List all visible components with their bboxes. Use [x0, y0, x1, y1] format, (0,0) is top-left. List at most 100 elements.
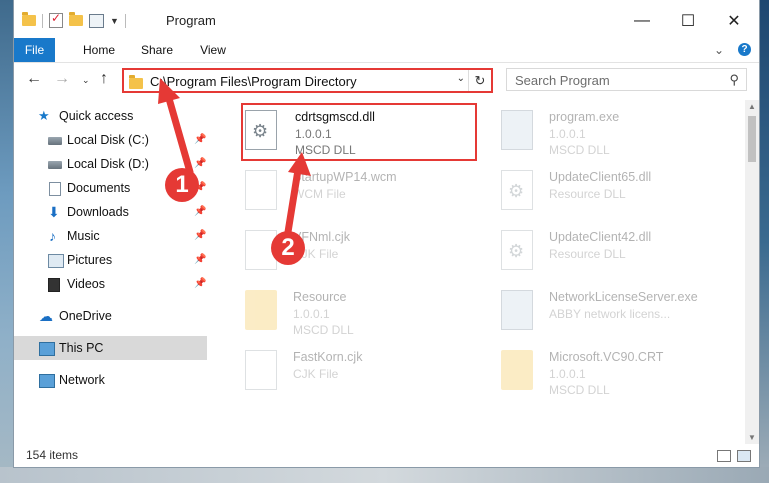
desktop-background-right	[759, 0, 769, 483]
item-count: 154 items	[26, 448, 79, 462]
sidebar-item-label: Downloads	[67, 205, 129, 219]
file-description: MSCD DLL	[549, 143, 610, 157]
disk-icon	[48, 137, 62, 145]
address-path: C:\Program Files\Program Directory	[150, 74, 357, 89]
explorer-window: ▼ Program — ☐ ✕ File Home Share View ⌄ ?…	[14, 0, 759, 467]
search-placeholder: Search Program	[515, 73, 610, 88]
file-item-networklicenseserver[interactable]: NetworkLicenseServer.exe ABBY network li…	[489, 284, 729, 340]
chevron-down-icon[interactable]: ⌄	[457, 73, 465, 84]
sidebar-item-label: Videos	[67, 277, 105, 291]
file-item-fastkorn-cjk[interactable]: FastKorn.cjk CJK File	[233, 344, 473, 400]
pin-icon[interactable]: 📌	[194, 248, 206, 272]
up-arrow-icon[interactable]: ↑	[100, 70, 108, 88]
sidebar-item-network[interactable]: Network	[14, 368, 207, 392]
folder-icon	[245, 290, 277, 330]
file-type: Resource DLL	[549, 247, 626, 261]
file-list: cdrtsgmscd.dll 1.0.0.1 MSCD DLL program.…	[221, 100, 745, 440]
file-type: Resource DLL	[549, 187, 626, 201]
scroll-up-icon[interactable]: ▲	[748, 102, 756, 111]
sidebar-item-label: Quick access	[59, 109, 134, 123]
file-item-microsoft-vc90-crt[interactable]: Microsoft.VC90.CRT 1.0.0.1 MSCD DLL	[489, 344, 729, 400]
file-item-updateclient42[interactable]: UpdateClient42.dll Resource DLL	[489, 224, 729, 280]
sidebar-item-label: Network	[59, 373, 105, 387]
file-name: UpdateClient42.dll	[549, 230, 652, 244]
file-name: Resource	[293, 290, 347, 304]
cloud-icon: ☁	[39, 308, 53, 324]
recent-locations-icon[interactable]: ⌄	[82, 75, 90, 86]
divider	[124, 13, 126, 28]
help-icon[interactable]: ?	[738, 43, 751, 56]
download-icon: ⬇	[48, 204, 60, 220]
tab-home[interactable]: Home	[76, 38, 122, 62]
sidebar-item-onedrive[interactable]: ☁ OneDrive	[14, 304, 207, 328]
navigation-bar: ← → ⌄ ↑ C:\Program Files\Program Directo…	[14, 63, 759, 97]
divider	[42, 13, 43, 28]
file-type: WCM File	[293, 187, 346, 201]
scrollbar-thumb[interactable]	[748, 116, 756, 162]
file-name: NetworkLicenseServer.exe	[549, 290, 698, 304]
forward-arrow-icon[interactable]: →	[54, 70, 70, 88]
pin-icon[interactable]: 📌	[194, 224, 206, 248]
dll-file-icon	[501, 170, 533, 210]
file-description: MSCD DLL	[549, 383, 610, 397]
customize-icon[interactable]	[89, 13, 104, 28]
file-name: StartupWP14.wcm	[293, 170, 397, 184]
pin-icon[interactable]: 📌	[194, 272, 206, 296]
file-version: 1.0.0.1	[293, 307, 330, 321]
videos-icon	[48, 278, 60, 292]
sidebar-item-quick-access[interactable]: ★ Quick access	[14, 104, 207, 128]
sidebar-item-music[interactable]: ♪ Music 📌	[14, 224, 207, 248]
file-item-vfnml-cjk[interactable]: VFNml.cjk CJK File	[233, 224, 473, 280]
file-item-updateclient65[interactable]: UpdateClient65.dll Resource DLL	[489, 164, 729, 220]
tab-file[interactable]: File	[14, 38, 55, 62]
sidebar-item-label: Documents	[67, 181, 131, 195]
file-name: FastKorn.cjk	[293, 350, 363, 364]
network-icon	[39, 374, 55, 388]
properties-check-icon[interactable]	[49, 11, 63, 28]
details-view-icon[interactable]	[717, 450, 731, 462]
pin-icon[interactable]: 📌	[194, 200, 206, 224]
maximize-button[interactable]: ☐	[665, 8, 711, 34]
desktop-background-left	[0, 0, 14, 483]
chevron-down-icon[interactable]: ▼	[110, 16, 119, 26]
pin-icon[interactable]: 📌	[194, 128, 206, 152]
scroll-down-icon[interactable]: ▼	[748, 433, 756, 442]
sidebar-item-this-pc[interactable]: This PC	[14, 336, 207, 360]
file-version: 1.0.0.1	[549, 127, 586, 141]
address-bar[interactable]: C:\Program Files\Program Directory ⌄ ↻	[122, 68, 493, 93]
file-icon	[245, 350, 277, 390]
file-icon	[245, 170, 277, 210]
pin-icon[interactable]: 📌	[194, 152, 206, 176]
file-item-program-exe[interactable]: program.exe 1.0.0.1 MSCD DLL	[489, 104, 729, 160]
tab-share[interactable]: Share	[134, 38, 180, 62]
file-item-resource[interactable]: Resource 1.0.0.1 MSCD DLL	[233, 284, 473, 340]
sidebar-item-local-disk-c[interactable]: Local Disk (C:) 📌	[14, 128, 207, 152]
file-description: MSCD DLL	[293, 323, 354, 337]
sidebar-item-label: Pictures	[67, 253, 113, 267]
close-icon: ✕	[727, 13, 741, 30]
folder-icon	[129, 75, 143, 89]
vertical-scrollbar[interactable]: ▲ ▼	[745, 100, 759, 444]
back-arrow-icon[interactable]: ←	[26, 70, 42, 88]
refresh-icon[interactable]: ↻	[468, 70, 491, 91]
step-1-badge: 1	[165, 168, 199, 202]
tab-view[interactable]: View	[191, 38, 235, 62]
music-icon: ♪	[49, 228, 56, 244]
expand-ribbon-icon[interactable]: ⌄	[714, 43, 724, 57]
file-name: UpdateClient65.dll	[549, 170, 652, 184]
file-item-startup-wcm[interactable]: StartupWP14.wcm WCM File	[233, 164, 473, 220]
title-bar: ▼ Program — ☐ ✕	[14, 0, 759, 40]
new-folder-icon[interactable]	[69, 12, 83, 26]
minimize-button[interactable]: —	[619, 8, 665, 34]
sidebar-item-downloads[interactable]: ⬇ Downloads 📌	[14, 200, 207, 224]
folder-icon	[501, 350, 533, 390]
large-icons-view-icon[interactable]	[737, 450, 751, 462]
search-input[interactable]: Search Program ⚲	[506, 68, 747, 91]
status-bar: 154 items	[14, 444, 759, 467]
file-name: Microsoft.VC90.CRT	[549, 350, 664, 364]
sidebar-item-pictures[interactable]: Pictures 📌	[14, 248, 207, 272]
sidebar-item-videos[interactable]: Videos 📌	[14, 272, 207, 296]
close-button[interactable]: ✕	[711, 8, 757, 34]
ribbon-controls: ⌄ ?	[714, 43, 751, 57]
file-description: ABBY network licens...	[549, 307, 671, 321]
